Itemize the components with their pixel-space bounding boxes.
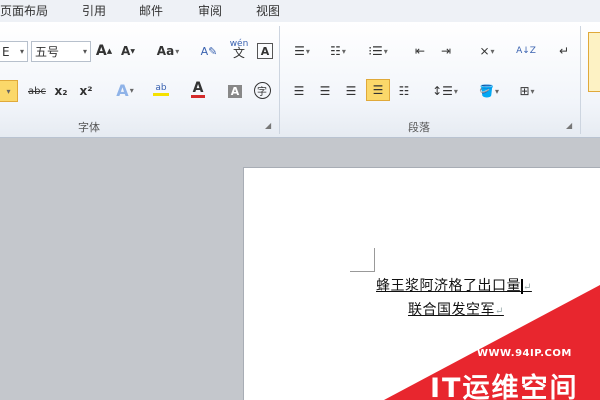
chinese-layout-button[interactable]: ⨯ ▾ <box>472 40 502 62</box>
shrink-font-icon: A <box>121 44 131 58</box>
shrink-font-button[interactable]: A ▼ <box>120 40 136 62</box>
highlighter-icon: ab <box>155 82 167 93</box>
enclose-characters-icon: 字 <box>253 81 271 99</box>
phonetic-guide-icon: 文 <box>232 46 245 60</box>
font-size-value: 五号 <box>35 45 60 59</box>
chevron-down-icon: ▾ <box>19 47 24 56</box>
distributed-button[interactable]: ☷ <box>394 80 414 102</box>
paragraph-dialog-launcher-icon[interactable]: ◢ <box>566 121 572 130</box>
styles-gallery-edge[interactable] <box>588 32 600 92</box>
decrease-indent-icon: ⇤ <box>414 44 426 58</box>
decrease-indent-button[interactable]: ⇤ <box>410 40 430 62</box>
paint-bucket-icon: 🪣 <box>479 84 494 98</box>
text-effects-button[interactable]: A ▾ <box>112 79 138 101</box>
superscript-icon: x² <box>79 84 93 98</box>
font-dialog-launcher-icon[interactable]: ◢ <box>265 121 271 130</box>
paragraph-group-label: 段落 <box>408 121 430 134</box>
grow-font-button[interactable]: A ▲ <box>95 40 113 62</box>
ribbon: E ▾ 五号 ▾ A ▲ A ▼ Aa ▾ A✎ wén 文 A ▾ abc x₂ x… <box>0 22 600 138</box>
font-color-swatch <box>191 94 205 98</box>
font-size-combo[interactable]: 五号 ▾ <box>31 41 91 62</box>
strikethrough-icon: abc <box>28 85 46 97</box>
paragraph-mark-icon: ↵ <box>558 44 570 58</box>
paragraph-shading-button[interactable]: 🪣 ▾ <box>474 80 504 102</box>
margin-corner-mark <box>350 271 375 272</box>
text-effects-icon: A <box>116 80 129 100</box>
justify-button[interactable]: ☰ <box>366 79 390 101</box>
font-color-button[interactable]: A <box>185 78 211 100</box>
change-case-button[interactable]: Aa ▾ <box>155 40 181 62</box>
numbered-list-icon: ☷ <box>330 44 341 58</box>
character-border-button[interactable]: A <box>255 40 275 62</box>
chinese-layout-icon: ⨯ <box>479 44 490 58</box>
tab-page-layout[interactable]: 页面布局 <box>0 2 48 19</box>
tab-view[interactable]: 视图 <box>256 2 280 19</box>
chevron-down-icon: ▾ <box>6 86 11 96</box>
tab-mailings[interactable]: 邮件 <box>139 2 163 19</box>
character-shading-button[interactable]: A <box>226 80 244 102</box>
multilevel-list-button[interactable]: ⁝☰ ▾ <box>363 40 393 62</box>
align-center-button[interactable]: ☰ <box>315 80 335 102</box>
phonetic-guide-button[interactable]: wén 文 <box>228 38 250 60</box>
margin-corner-mark <box>374 248 375 272</box>
bullet-list-icon: ☰ <box>294 44 305 58</box>
group-divider <box>279 26 280 134</box>
subscript-button[interactable]: x₂ <box>53 80 69 102</box>
font-group-label: 字体 <box>78 121 100 134</box>
watermark-url: WWW.94IP.COM <box>477 348 572 359</box>
document-text: 蜂王浆阿济格了出口量 <box>376 278 521 294</box>
eraser-icon: A✎ <box>200 44 218 58</box>
document-line-2[interactable]: 联合国发空军↵ <box>408 299 504 319</box>
align-left-button[interactable]: ☰ <box>289 80 309 102</box>
highlight-color-button[interactable]: ab <box>146 78 176 100</box>
increase-indent-icon: ⇥ <box>440 44 452 58</box>
numbering-button[interactable]: ☷ ▾ <box>325 40 351 62</box>
multilevel-list-icon: ⁝☰ <box>368 44 383 58</box>
grow-font-icon: A <box>95 43 107 59</box>
subscript-icon: x₂ <box>54 84 68 98</box>
paragraph-mark-icon: ↵ <box>495 306 504 317</box>
character-shading-icon: A <box>227 84 243 98</box>
document-line-1[interactable]: 蜂王浆阿济格了出口量 ↵ <box>376 275 532 295</box>
align-right-icon: ☰ <box>345 84 357 98</box>
font-name-value: E <box>2 44 10 59</box>
borders-button[interactable]: ⊞ ▾ <box>512 80 542 102</box>
watermark-logo-text: IT运维空间 <box>430 373 579 400</box>
sort-icon: A↓Z <box>516 45 536 56</box>
increase-indent-button[interactable]: ⇥ <box>436 40 456 62</box>
ribbon-tab-bar: 页面布局 引用 邮件 审阅 视图 <box>0 0 600 22</box>
paragraph-mark-icon: ↵ <box>523 282 532 293</box>
tab-references[interactable]: 引用 <box>82 2 106 19</box>
line-spacing-icon: ↕☰ <box>432 84 453 98</box>
distributed-icon: ☷ <box>398 84 410 98</box>
sort-button[interactable]: A↓Z <box>515 40 537 62</box>
strikethrough-button[interactable]: abc <box>26 80 48 102</box>
border-grid-icon: ⊞ <box>519 84 530 98</box>
document-text: 联合国发空军 <box>408 302 495 318</box>
font-color-icon: A <box>192 79 204 96</box>
clear-format-button[interactable]: A✎ <box>196 40 222 62</box>
bullets-button[interactable]: ☰ ▾ <box>289 40 315 62</box>
underline-dropdown-button[interactable]: ▾ <box>0 80 18 102</box>
superscript-button[interactable]: x² <box>78 80 94 102</box>
group-divider <box>580 26 581 134</box>
chevron-down-icon: ▾ <box>82 47 87 56</box>
enclose-characters-button[interactable]: 字 <box>252 79 272 101</box>
character-border-icon: A <box>257 43 273 59</box>
font-name-combo[interactable]: E ▾ <box>0 41 28 62</box>
align-center-icon: ☰ <box>319 84 331 98</box>
align-right-button[interactable]: ☰ <box>341 80 361 102</box>
line-spacing-button[interactable]: ↕☰ ▾ <box>430 80 460 102</box>
tab-review[interactable]: 审阅 <box>198 2 222 19</box>
justify-icon: ☰ <box>372 83 384 97</box>
align-left-icon: ☰ <box>293 84 305 98</box>
change-case-icon: Aa <box>156 44 175 58</box>
show-marks-button[interactable]: ↵ <box>556 40 572 62</box>
highlight-swatch <box>153 92 169 96</box>
